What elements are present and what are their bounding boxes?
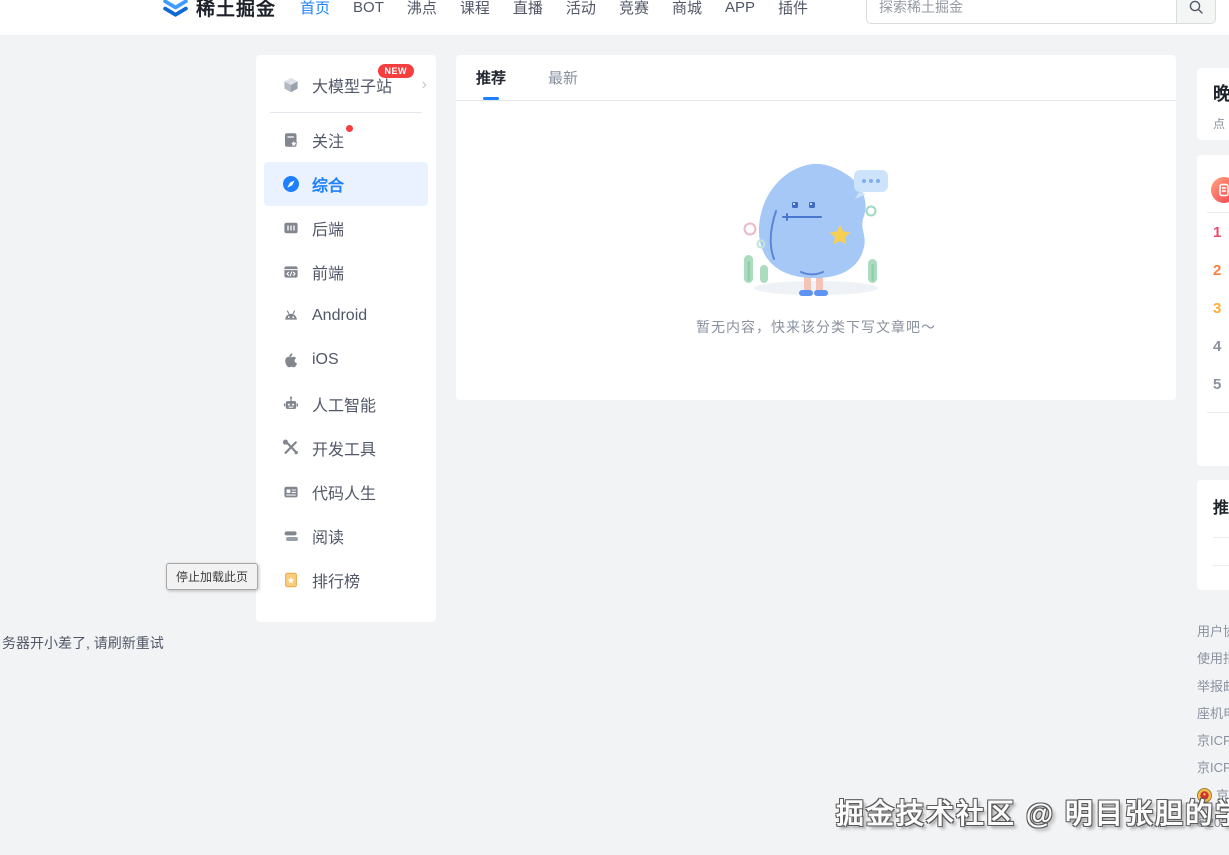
feed-panel: 推荐 最新: [456, 55, 1176, 400]
rank-number: 3: [1213, 300, 1221, 317]
sidebar-item-label: iOS: [312, 351, 339, 369]
sidebar-item-llm-substation[interactable]: 大模型子站 NEW ›: [256, 63, 436, 107]
footer-link-phone[interactable]: 座机电: [1197, 700, 1229, 727]
juejin-logo[interactable]: 稀土掘金: [163, 0, 276, 21]
juejin-logo-icon: [163, 0, 188, 20]
sidebar-item-ranking[interactable]: 排行榜: [256, 558, 436, 602]
idcard-icon: [282, 483, 300, 501]
rank-number: 4: [1213, 338, 1221, 355]
sidebar-item-reading[interactable]: 阅读: [256, 514, 436, 558]
sidebar-item-label: 后端: [312, 216, 344, 240]
search-box: [866, 0, 1216, 24]
server-error-text: 务器开小差了, 请刷新重试: [2, 633, 164, 653]
category-sidebar: 大模型子站 NEW › 关注 综合: [256, 55, 436, 622]
footer-link-report[interactable]: 举报邮: [1197, 673, 1229, 700]
search-button[interactable]: [1176, 0, 1215, 23]
sidebar-item-backend[interactable]: 后端: [256, 206, 436, 250]
greeting-title: 晚: [1213, 80, 1229, 106]
nav-item-events[interactable]: 活动: [566, 0, 596, 18]
nav-item-bot[interactable]: BOT: [353, 0, 384, 16]
ranking-icon: [282, 571, 300, 589]
topic-divider: [1213, 537, 1229, 538]
footer-link-guide[interactable]: 使用指: [1197, 645, 1229, 672]
rank-item-4[interactable]: 4: [1197, 327, 1229, 365]
article-rank-icon: [1211, 177, 1229, 203]
empty-state-text: 暂无内容，快来该分类下写文章吧～: [696, 317, 936, 337]
reading-icon: [282, 527, 300, 545]
sidebar-item-label: 代码人生: [312, 480, 376, 504]
article-ranking-card: 1 2 3 4 5: [1197, 155, 1229, 466]
rank-item-1[interactable]: 1: [1197, 213, 1229, 251]
nav-menu: 首页 BOT 沸点 课程 直播 活动 竞赛 商城 APP 插件: [300, 0, 808, 18]
unread-dot: [346, 125, 353, 132]
sidebar-divider: [270, 112, 422, 113]
nav-item-courses[interactable]: 课程: [460, 0, 490, 18]
footer-link-icp-1[interactable]: 京ICP: [1197, 727, 1229, 754]
rank-divider: [1207, 412, 1229, 413]
nav-item-contest[interactable]: 竞赛: [619, 0, 649, 18]
tab-recommended[interactable]: 推荐: [476, 55, 506, 100]
ai-robot-icon: [282, 395, 300, 413]
empty-illustration-mascot: [716, 151, 916, 301]
sidebar-item-label: 人工智能: [312, 392, 376, 416]
rank-item-3[interactable]: 3: [1197, 289, 1229, 327]
sidebar-item-follow[interactable]: 关注: [256, 118, 436, 162]
sidebar-item-label: 综合: [312, 172, 344, 196]
rank-number: 1: [1213, 224, 1221, 241]
topic-divider: [1213, 565, 1229, 566]
top-navbar: 稀土掘金 首页 BOT 沸点 课程 直播 活动 竞赛 商城 APP 插件: [0, 0, 1229, 36]
footer-link-user-agreement[interactable]: 用户协: [1197, 618, 1229, 645]
nav-item-shop[interactable]: 商城: [672, 0, 702, 18]
sidebar-item-label: 阅读: [312, 524, 344, 548]
watermark: 掘金技术社区 @ 明目张胆的学习: [836, 792, 1229, 832]
chevron-right-icon: ›: [422, 76, 427, 94]
sidebar-item-frontend[interactable]: 前端: [256, 250, 436, 294]
rank-number: 5: [1213, 376, 1221, 393]
empty-state: 暂无内容，快来该分类下写文章吧～: [456, 101, 1176, 337]
footer-link-icp-2[interactable]: 京ICP: [1197, 754, 1229, 781]
greeting-subtitle: 点: [1213, 115, 1229, 132]
search-input[interactable]: [867, 0, 1176, 23]
sidebar-item-career[interactable]: 代码人生: [256, 470, 436, 514]
recommended-topics-card: 推: [1197, 480, 1229, 590]
greeting-card: 晚 点: [1197, 68, 1229, 140]
sidebar-item-label: 关注: [312, 128, 344, 152]
cube-icon: [282, 76, 300, 94]
sidebar-item-android[interactable]: Android: [256, 294, 436, 338]
follow-icon: [282, 131, 300, 149]
feed-tabbar: 推荐 最新: [456, 55, 1176, 101]
sidebar-item-label: Android: [312, 307, 367, 325]
backend-icon: [282, 219, 300, 237]
sidebar-item-ios[interactable]: iOS: [256, 338, 436, 382]
rank-item-2[interactable]: 2: [1197, 251, 1229, 289]
nav-item-plugin[interactable]: 插件: [778, 0, 808, 18]
sidebar-item-label: 开发工具: [312, 436, 376, 460]
tab-latest[interactable]: 最新: [548, 55, 578, 100]
nav-item-pins[interactable]: 沸点: [407, 0, 437, 18]
android-icon: [282, 307, 300, 325]
sidebar-item-label: 前端: [312, 260, 344, 284]
frontend-icon: [282, 263, 300, 281]
nav-item-live[interactable]: 直播: [513, 0, 543, 18]
topics-card-title: 推: [1213, 494, 1229, 518]
compass-icon: [282, 175, 300, 193]
search-icon: [1188, 0, 1204, 15]
tools-icon: [282, 439, 300, 457]
nav-item-app[interactable]: APP: [725, 0, 755, 16]
rank-number: 2: [1213, 262, 1221, 279]
sidebar-item-devtools[interactable]: 开发工具: [256, 426, 436, 470]
new-badge: NEW: [378, 64, 415, 78]
sidebar-item-label: 排行榜: [312, 568, 360, 592]
sidebar-item-ai[interactable]: 人工智能: [256, 382, 436, 426]
browser-status-tooltip: 停止加载此页: [166, 563, 258, 590]
logo-text: 稀土掘金: [196, 0, 276, 21]
rank-item-5[interactable]: 5: [1197, 365, 1229, 403]
nav-item-home[interactable]: 首页: [300, 0, 330, 18]
apple-icon: [282, 351, 300, 369]
sidebar-item-comprehensive[interactable]: 综合: [264, 162, 428, 206]
